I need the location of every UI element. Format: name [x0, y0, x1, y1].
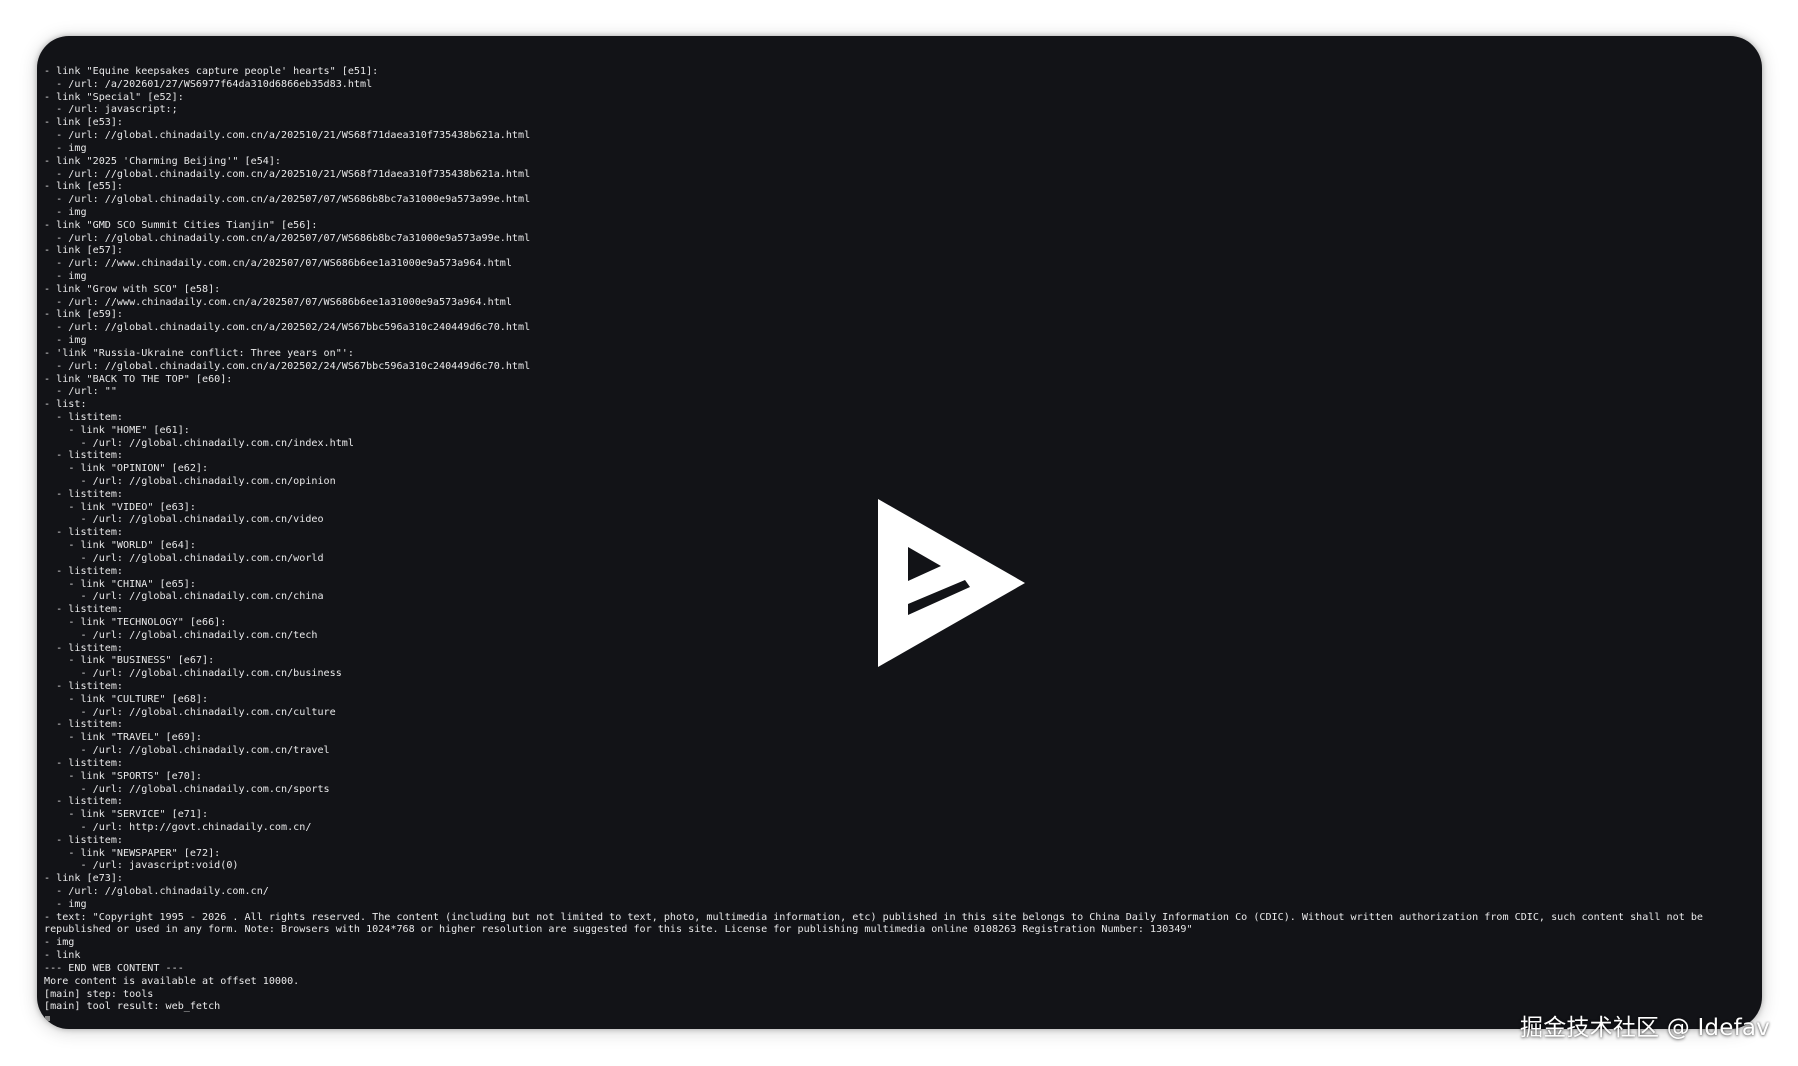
terminal-line: - /url: //global.chinadaily.com.cn/a/202… — [44, 168, 531, 180]
terminal-line: - /url: //global.chinadaily.com.cn/busin… — [44, 668, 342, 680]
terminal-line: - /url: /a/202601/27/WS6977f64da310d6866… — [44, 78, 373, 90]
terminal-line: - link "Special" [e52]: — [44, 91, 184, 103]
terminal-line: - img — [44, 271, 87, 282]
terminal-line: - /url: http://govt.chinadaily.com.cn/ — [44, 821, 312, 833]
terminal-line: - link "2025 'Charming Beijing'" [e54]: — [44, 155, 282, 167]
terminal-line: - link — [44, 950, 81, 962]
terminal-line: - list: — [44, 399, 87, 411]
terminal-line: - /url: //global.chinadaily.com.cn/a/202… — [44, 360, 531, 372]
terminal-line: - /url: //global.chinadaily.com.cn/a/202… — [44, 232, 531, 244]
terminal-line: - listitem: — [44, 719, 124, 731]
terminal-line: - /url: //global.chinadaily.com.cn/a/202… — [44, 130, 531, 142]
terminal-line: - /url: javascript:void(0) — [44, 860, 239, 872]
terminal-line: - link "GMD SCO Summit Cities Tianjin" [… — [44, 219, 318, 231]
terminal-line: - link "HOME" [e61]: — [44, 424, 190, 436]
terminal-line: --- END WEB CONTENT --- — [44, 962, 184, 974]
terminal-line: - link "SPORTS" [e70]: — [44, 770, 203, 782]
terminal-line: - listitem: — [44, 757, 124, 769]
terminal-line: - link "Equine keepsakes capture people'… — [44, 66, 379, 77]
terminal-line: - 'link "Russia-Ukraine conflict: Three … — [44, 347, 354, 359]
terminal-line: - link [e53]: — [44, 117, 124, 129]
terminal-line: - img — [44, 335, 87, 347]
terminal-line: - /url: //www.chinadaily.com.cn/a/202507… — [44, 296, 512, 308]
terminal-line: - link "TRAVEL" [e69]: — [44, 732, 203, 744]
terminal-line: - link "SERVICE" [e71]: — [44, 809, 209, 821]
terminal-line: - /url: //global.chinadaily.com.cn/trave… — [44, 745, 330, 757]
terminal-line: - img — [44, 937, 75, 949]
terminal-line: - img — [44, 898, 87, 910]
watermark-label: 掘金技术社区 @ Idefav — [1520, 1015, 1770, 1041]
terminal-line: - /url: //global.chinadaily.com.cn/index… — [44, 437, 354, 449]
terminal-line: - /url: //global.chinadaily.com.cn/ — [44, 886, 269, 897]
terminal-line: - listitem: — [44, 834, 124, 846]
terminal-line: - link "Grow with SCO" [e58]: — [44, 283, 221, 295]
terminal-line: - text: "Copyright 1995 - 2026 . All rig… — [44, 911, 1710, 936]
terminal-line: [main] step: tools — [44, 988, 154, 1000]
terminal-line: - link [e57]: — [44, 245, 124, 257]
terminal-line: - img — [44, 206, 87, 218]
terminal-line: - /url: //global.chinadaily.com.cn/a/202… — [44, 194, 531, 206]
terminal-line: - link "NEWSPAPER" [e72]: — [44, 847, 221, 859]
terminal-line: [main] tool result: web_fetch — [44, 1001, 221, 1013]
terminal-line: - link [e55]: — [44, 181, 124, 193]
terminal-line: - /url: //www.chinadaily.com.cn/a/202507… — [44, 258, 512, 270]
terminal-line: - listitem: — [44, 681, 124, 692]
terminal-line: - /url: javascript:; — [44, 104, 178, 116]
terminal-cursor — [45, 1016, 50, 1021]
terminal-line: More content is available at offset 1000… — [44, 975, 300, 987]
terminal-line: - link [e59]: — [44, 309, 124, 321]
terminal-line: - link [e73]: — [44, 873, 124, 885]
terminal-line: - link "CULTURE" [e68]: — [44, 693, 209, 705]
terminal-line: - /url: //global.chinadaily.com.cn/a/202… — [44, 322, 531, 334]
play-triangle-shape — [878, 499, 1025, 667]
terminal-window: - link "Equine keepsakes capture people'… — [37, 36, 1762, 1029]
terminal-line: - listitem: — [44, 796, 124, 808]
terminal-line: - /url: //global.chinadaily.com.cn/opini… — [44, 476, 336, 487]
terminal-line: - /url: //global.chinadaily.com.cn/sport… — [44, 783, 330, 795]
terminal-line: - link "OPINION" [e62]: — [44, 463, 209, 475]
terminal-line: - link "BACK TO THE TOP" [e60]: — [44, 373, 233, 385]
terminal-line: - listitem: — [44, 411, 124, 423]
play-logo-icon[interactable] — [878, 499, 1025, 667]
terminal-line: - /url: "" — [44, 386, 117, 398]
terminal-line: - listitem: — [44, 450, 124, 462]
terminal-line: - /url: //global.chinadaily.com.cn/cultu… — [44, 706, 336, 718]
terminal-line: - img — [44, 142, 87, 154]
